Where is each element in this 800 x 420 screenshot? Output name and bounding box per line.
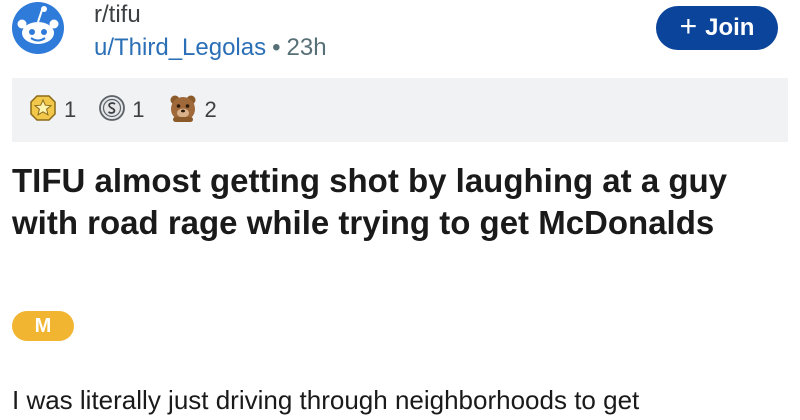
silver-coin-award-icon bbox=[98, 94, 126, 127]
post-flair[interactable]: M bbox=[12, 311, 74, 341]
plus-icon: + bbox=[679, 10, 698, 43]
post-body-preview[interactable]: I was literally just driving through nei… bbox=[12, 383, 800, 417]
award-item[interactable]: 2 bbox=[167, 92, 223, 129]
awards-bar[interactable]: 1 1 2 bbox=[12, 78, 788, 142]
award-item[interactable]: 1 bbox=[28, 93, 82, 128]
bear-award-icon bbox=[167, 92, 199, 129]
meta-separator: • bbox=[272, 34, 281, 61]
subreddit-name[interactable]: r/tifu bbox=[94, 2, 141, 28]
star-award-icon bbox=[28, 93, 58, 128]
post-title[interactable]: TIFU almost getting shot by laughing at … bbox=[12, 160, 788, 244]
join-button[interactable]: + Join bbox=[656, 6, 778, 50]
join-label: Join bbox=[705, 14, 755, 41]
award-count: 2 bbox=[204, 97, 217, 122]
subreddit-avatar-icon[interactable] bbox=[8, 0, 78, 62]
award-count: 1 bbox=[132, 97, 145, 122]
award-item[interactable]: 1 bbox=[98, 94, 150, 127]
author-username[interactable]: u/Third_Legolas bbox=[94, 34, 266, 61]
post-header: r/tifu u/Third_Legolas • 23h + Join bbox=[0, 0, 800, 78]
award-count: 1 bbox=[64, 97, 77, 122]
post-age: 23h bbox=[286, 34, 327, 61]
post-meta: u/Third_Legolas • 23h bbox=[94, 34, 327, 62]
